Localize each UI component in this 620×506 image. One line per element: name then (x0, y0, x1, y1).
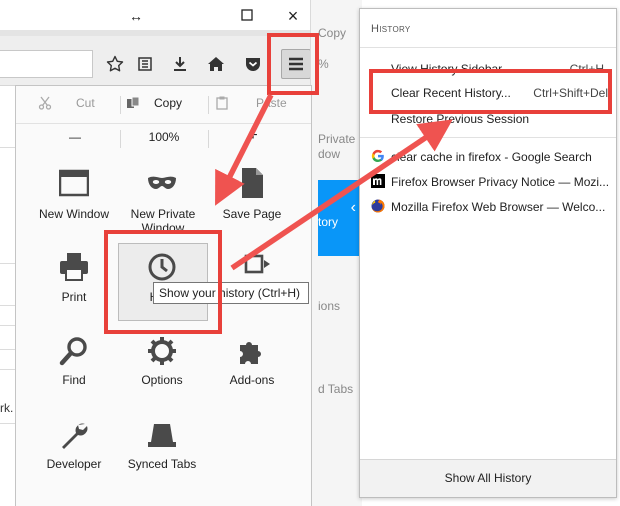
cut-button[interactable]: Cut (38, 96, 95, 110)
synced-tabs-label: Synced Tabs (127, 457, 197, 471)
history-entry-title: Mozilla Firefox Web Browser — Welco... (391, 200, 606, 214)
strip-private-fragment: Private (318, 132, 356, 146)
strip-history-fragment: tory (318, 215, 339, 229)
copy-icon (127, 96, 140, 108)
zoom-level[interactable]: 100% (140, 130, 188, 144)
bookmarks-menu-button[interactable] (133, 52, 157, 76)
maximize-icon (241, 9, 253, 21)
mask-icon (148, 176, 176, 189)
find-label: Find (62, 373, 86, 387)
bookmark-star-button[interactable] (103, 52, 127, 76)
scissors-icon (38, 96, 52, 110)
page-content-edge: rk. (0, 87, 15, 506)
copy-button[interactable]: Copy (126, 96, 182, 110)
strip-options-fragment: ions (318, 299, 341, 313)
new-window-icon (59, 169, 89, 197)
strip-copy-fragment: Copy (318, 26, 347, 40)
developer-button[interactable]: Developer (26, 420, 122, 502)
magnifier-icon (59, 337, 87, 366)
restore-button[interactable]: ↔ (126, 6, 146, 26)
zoom-in-button[interactable]: + (246, 127, 260, 145)
strip-zoom-fragment: % (318, 57, 329, 71)
add-ons-button[interactable]: Add-ons (204, 336, 300, 418)
firefox-favicon-icon (371, 199, 385, 213)
annotation-box-menu-button (267, 33, 319, 95)
page-text-fragment: rk. (0, 401, 14, 415)
add-ons-label: Add-ons (229, 373, 275, 387)
history-entry[interactable]: Firefox Browser Privacy Notice — Mozi... (360, 171, 616, 193)
home-icon (208, 57, 224, 71)
pocket-button[interactable] (241, 52, 265, 76)
synced-tabs-icon (148, 424, 176, 447)
mozilla-favicon-icon (371, 174, 385, 188)
google-favicon-icon (371, 149, 384, 163)
history-entry[interactable]: Mozilla Firefox Web Browser — Welco... (360, 196, 616, 218)
close-button[interactable]: × (283, 6, 303, 26)
history-entry-title: clear cache in firefox - Google Search (391, 150, 592, 164)
paste-label: Paste (256, 96, 287, 110)
synced-tabs-button[interactable]: Synced Tabs (114, 420, 210, 502)
history-heading: History (371, 23, 411, 35)
history-entry-title: Firefox Browser Privacy Notice — Mozi... (391, 175, 610, 189)
history-entry[interactable]: clear cache in firefox - Google Search (360, 146, 616, 168)
home-button[interactable] (204, 52, 228, 76)
maximize-button[interactable] (237, 6, 257, 26)
clipboard-icon (216, 96, 228, 110)
developer-label: Developer (46, 457, 102, 471)
star-icon (106, 55, 124, 72)
options-button[interactable]: Options (114, 336, 210, 418)
paste-button[interactable]: Paste (216, 96, 287, 110)
new-window-label: New Window (38, 207, 110, 221)
save-page-icon (242, 168, 263, 198)
downloads-button[interactable] (168, 52, 192, 76)
download-arrow-icon (174, 57, 186, 71)
chevron-left-icon: ‹ (350, 199, 356, 216)
strip-window-fragment: dow (318, 147, 341, 161)
puzzle-piece-icon (240, 342, 261, 364)
annotation-box-history (104, 230, 222, 334)
options-label: Options (141, 373, 183, 387)
restore-previous-session-label: Restore Previous Session (391, 112, 530, 126)
fullscreen-icon (244, 254, 270, 274)
printer-icon (60, 253, 88, 281)
save-page-label: Save Page (222, 207, 282, 221)
strip-history-selected: tory ‹ (318, 180, 360, 256)
strip-synced-fragment: d Tabs (318, 382, 354, 396)
find-button[interactable]: Find (26, 336, 122, 418)
annotation-box-clear-history (369, 69, 612, 114)
bookmarks-list-icon (138, 57, 152, 71)
copy-label: Copy (154, 96, 183, 110)
wrench-icon (62, 423, 88, 449)
cut-label: Cut (76, 96, 95, 110)
gear-icon (148, 337, 176, 365)
zoom-controls: — 100% + (16, 124, 311, 154)
zoom-out-button[interactable]: — (68, 130, 82, 144)
pocket-icon (246, 58, 260, 71)
show-all-history-button[interactable]: Show All History (360, 459, 616, 497)
url-bar[interactable] (0, 50, 93, 78)
